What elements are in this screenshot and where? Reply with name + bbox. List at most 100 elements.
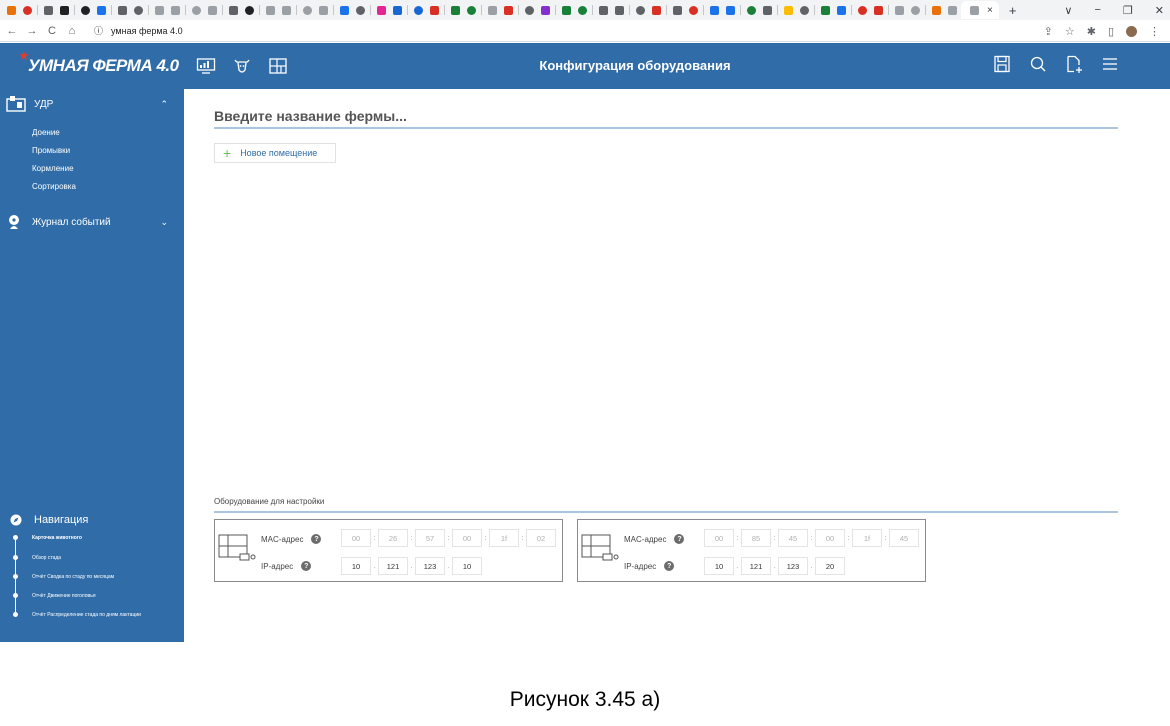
help-icon[interactable]: ? [311,534,322,544]
search-icon[interactable] [1028,54,1048,74]
restore-icon[interactable]: ❐ [1123,4,1133,17]
mac-octet-field[interactable]: 00 [704,529,734,547]
sidebar-item-milking[interactable]: Доение [32,128,60,137]
pinned-tab-favicon-icon[interactable] [353,3,367,17]
chevron-up-icon[interactable]: ⌃ [160,99,168,110]
pinned-tab-favicon-icon[interactable] [612,3,626,17]
nav-link-monthly-summary[interactable]: Отчёт Сводка по стаду по месяцам [32,574,114,580]
browser-menu-icon[interactable]: ⋮ [1149,25,1160,38]
pinned-tab-favicon-icon[interactable] [892,3,906,17]
pinned-tab-favicon-icon[interactable] [929,3,943,17]
pinned-tab-favicon-icon[interactable] [908,3,922,17]
pinned-tab-favicon-icon[interactable] [649,3,663,17]
sidepanel-icon[interactable]: ▯ [1108,25,1114,38]
pinned-tab-favicon-icon[interactable] [279,3,293,17]
pinned-tab-favicon-icon[interactable] [57,3,71,17]
nav-link-herd-movement[interactable]: Отчёт Движение поголовья [32,593,96,599]
ip-octet-field[interactable]: 10 [341,557,371,575]
pinned-tab-favicon-icon[interactable] [686,3,700,17]
pinned-tab-favicon-icon[interactable] [818,3,832,17]
pinned-tab-favicon-icon[interactable] [78,3,92,17]
pinned-tab-favicon-icon[interactable] [168,3,182,17]
extensions-icon[interactable]: ✱ [1087,25,1096,38]
mac-octet-field[interactable]: 1f [489,529,519,547]
pinned-tab-favicon-icon[interactable] [316,3,330,17]
pinned-tab-favicon-icon[interactable] [189,3,203,17]
ip-octet-field[interactable]: 123 [778,557,808,575]
pinned-tab-favicon-icon[interactable] [464,3,478,17]
pinned-tab-favicon-icon[interactable] [633,3,647,17]
pinned-tab-favicon-icon[interactable] [41,3,55,17]
ip-octet-field[interactable]: 121 [741,557,771,575]
back-icon[interactable]: ← [4,25,20,37]
pinned-tab-favicon-icon[interactable] [707,3,721,17]
sidebar-item-sorting[interactable]: Сортировка [32,182,76,191]
mac-octet-field[interactable]: 45 [889,529,919,547]
pinned-tab-favicon-icon[interactable] [945,3,959,17]
new-room-button[interactable]: + Новое помещение [214,143,336,163]
share-icon[interactable]: ⇪ [1044,25,1053,38]
close-window-icon[interactable]: ✕ [1155,4,1164,17]
pinned-tab-favicon-icon[interactable] [205,3,219,17]
pinned-tab-favicon-icon[interactable] [781,3,795,17]
pinned-tab-favicon-icon[interactable] [855,3,869,17]
profile-avatar[interactable] [1126,25,1137,37]
ip-octet-field[interactable]: 10 [452,557,482,575]
mac-octet-field[interactable]: 26 [378,529,408,547]
pinned-tab-favicon-icon[interactable] [427,3,441,17]
sidebar-item-washing[interactable]: Промывки [32,146,70,155]
pinned-tab-favicon-icon[interactable] [723,3,737,17]
nav-link-herd-overview[interactable]: Обзор стада [32,555,61,561]
pinned-tab-favicon-icon[interactable] [797,3,811,17]
mac-octet-field[interactable]: 00 [815,529,845,547]
sidebar-group-udr[interactable]: УДР ⌃ [6,95,168,113]
pinned-tab-favicon-icon[interactable] [115,3,129,17]
sidebar-group-journal[interactable]: Журнал событий ⌄ [6,214,168,230]
pinned-tab-favicon-icon[interactable] [94,3,108,17]
menu-icon[interactable] [1100,54,1120,74]
pinned-tab-favicon-icon[interactable] [501,3,515,17]
tab-search-icon[interactable]: ∨ [1064,4,1072,17]
info-icon[interactable]: ⓘ [94,24,103,37]
pinned-tab-favicon-icon[interactable] [411,3,425,17]
mac-octet-field[interactable]: 02 [526,529,556,547]
chevron-down-icon[interactable]: ⌄ [160,217,168,228]
save-icon[interactable] [992,54,1012,74]
active-tab[interactable]: × [961,1,999,19]
add-file-icon[interactable] [1064,54,1084,74]
nav-link-animal-card[interactable]: Карточка животного [32,535,82,541]
ip-octet-field[interactable]: 10 [704,557,734,575]
pinned-tab-favicon-icon[interactable] [760,3,774,17]
pinned-tab-favicon-icon[interactable] [300,3,314,17]
pinned-tab-favicon-icon[interactable] [871,3,885,17]
ip-octet-field[interactable]: 123 [415,557,445,575]
pinned-tab-favicon-icon[interactable] [374,3,388,17]
close-tab-icon[interactable]: × [987,5,993,16]
pinned-tab-favicon-icon[interactable] [575,3,589,17]
mac-octet-field[interactable]: 45 [778,529,808,547]
pinned-tab-favicon-icon[interactable] [4,3,18,17]
pinned-tab-favicon-icon[interactable] [263,3,277,17]
ip-octet-field[interactable]: 121 [378,557,408,575]
url-text[interactable]: умная ферма 4.0 [111,26,183,36]
mac-octet-field[interactable]: 85 [741,529,771,547]
forward-icon[interactable]: → [24,25,40,37]
pinned-tab-favicon-icon[interactable] [226,3,240,17]
home-icon[interactable]: ⌂ [64,25,80,37]
mac-octet-field[interactable]: 00 [452,529,482,547]
mac-octet-field[interactable]: 57 [415,529,445,547]
pinned-tab-favicon-icon[interactable] [337,3,351,17]
farm-name-input[interactable] [214,105,1118,129]
pinned-tab-favicon-icon[interactable] [131,3,145,17]
pinned-tab-favicon-icon[interactable] [596,3,610,17]
pinned-tab-favicon-icon[interactable] [20,3,34,17]
sidebar-item-feeding[interactable]: Кормление [32,164,74,173]
pinned-tab-favicon-icon[interactable] [152,3,166,17]
url-field[interactable]: ⓘ умная ферма 4.0 [94,24,183,37]
pinned-tab-favicon-icon[interactable] [670,3,684,17]
mac-octet-field[interactable]: 00 [341,529,371,547]
pinned-tab-favicon-icon[interactable] [390,3,404,17]
reload-icon[interactable]: C [44,25,60,37]
pinned-tab-favicon-icon[interactable] [744,3,758,17]
pinned-tab-favicon-icon[interactable] [559,3,573,17]
